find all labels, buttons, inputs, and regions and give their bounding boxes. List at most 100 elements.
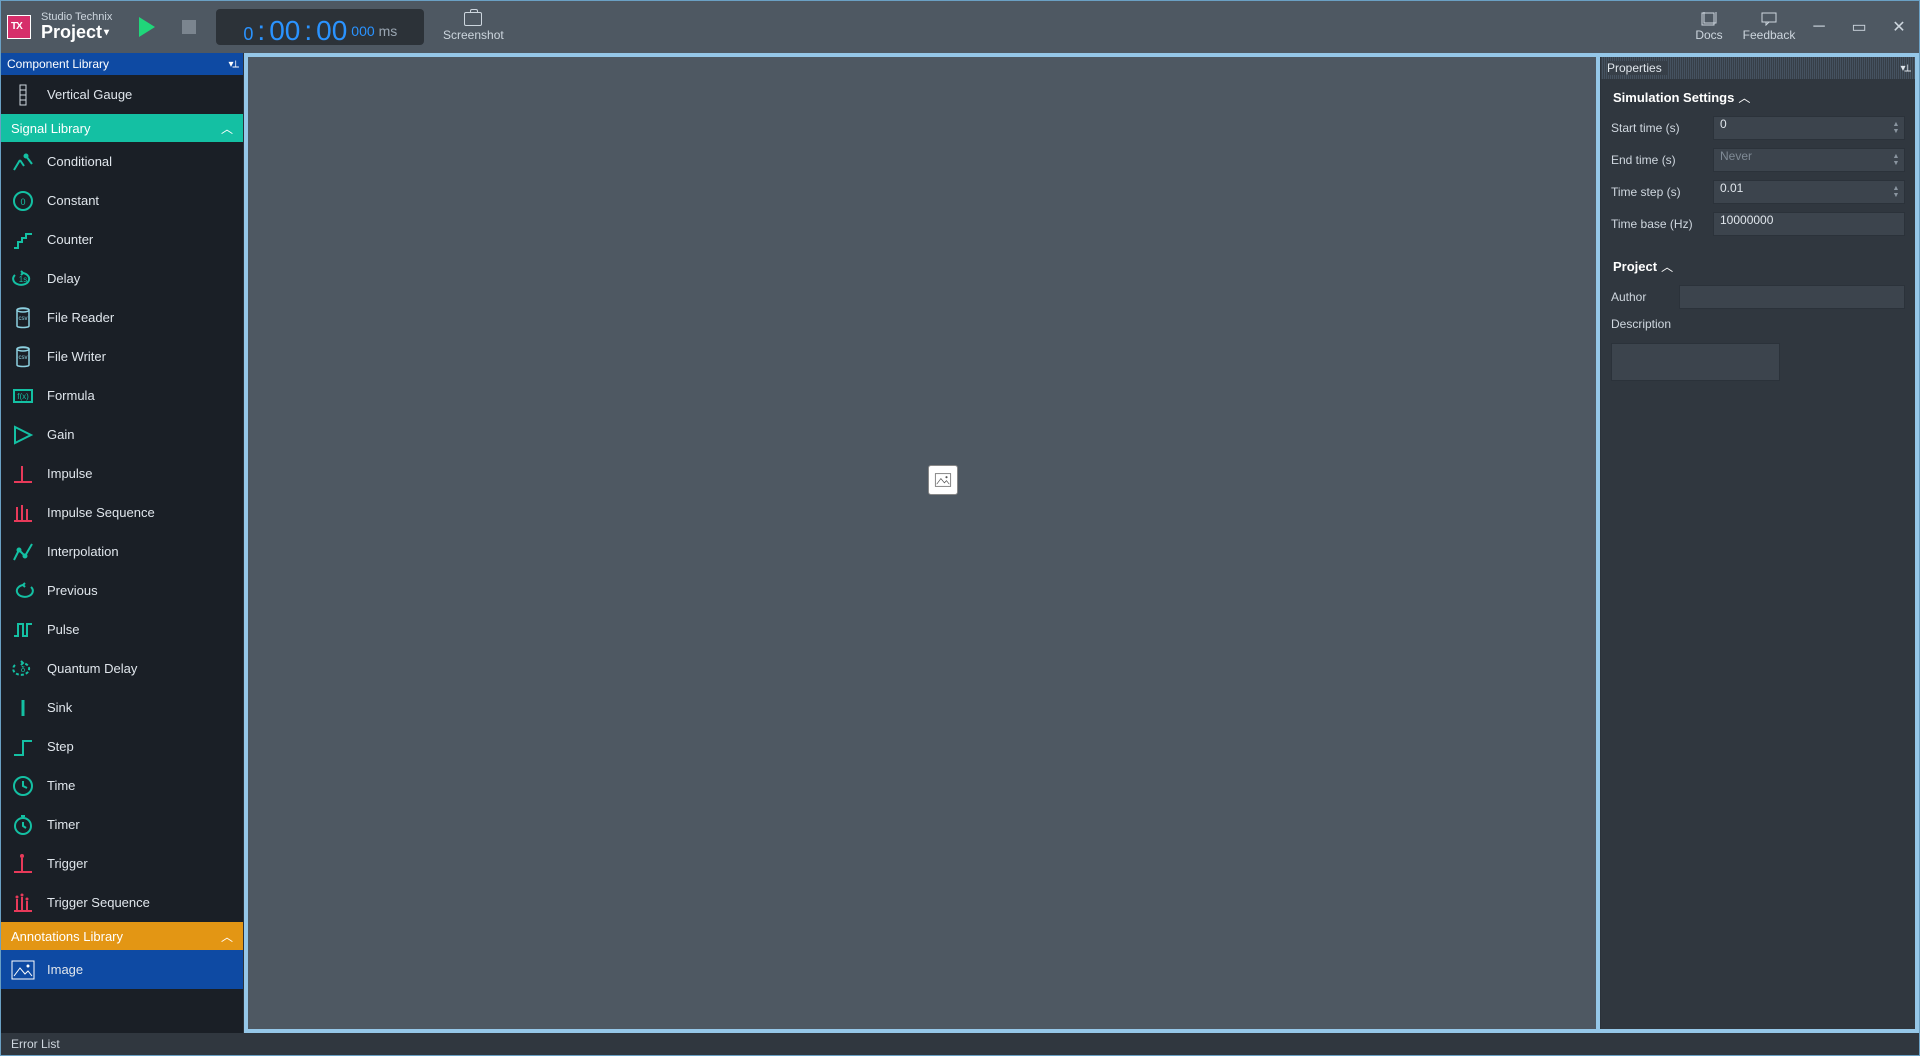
author-label: Author	[1611, 290, 1671, 304]
step-icon	[11, 735, 35, 759]
feedback-label: Feedback	[1743, 28, 1796, 42]
stop-button[interactable]	[168, 1, 210, 53]
lib-item-delay[interactable]: 1sDelay	[1, 259, 243, 298]
lib-item-vertical-gauge[interactable]: Vertical Gauge	[1, 75, 243, 114]
maximize-button[interactable]: ▭	[1847, 15, 1871, 39]
screenshot-label: Screenshot	[443, 28, 504, 42]
lib-item-label: Trigger Sequence	[47, 895, 150, 910]
lib-item-image[interactable]: Image	[1, 950, 243, 989]
simulation-settings-header[interactable]: Simulation Settings︿	[1601, 79, 1915, 112]
close-button[interactable]: ✕	[1887, 15, 1911, 39]
time-base-input[interactable]: 10000000	[1713, 212, 1905, 236]
time-step-label: Time step (s)	[1611, 185, 1705, 199]
lib-item-impulse[interactable]: Impulse	[1, 454, 243, 493]
start-time-input[interactable]: 0▲▼	[1713, 116, 1905, 140]
lib-item-time[interactable]: Time	[1, 766, 243, 805]
docs-link[interactable]: Docs	[1679, 1, 1739, 53]
lib-item-quantum-delay[interactable]: δQuantum Delay	[1, 649, 243, 688]
start-time-label: Start time (s)	[1611, 121, 1705, 135]
lib-item-label: Impulse Sequence	[47, 505, 155, 520]
properties-header[interactable]: Properties ▾ ⟂	[1601, 57, 1915, 79]
previous-icon	[11, 579, 35, 603]
library-scroll[interactable]: Vertical Gauge Signal Library ︿ Conditio…	[1, 75, 243, 1033]
lib-item-trigger[interactable]: Trigger	[1, 844, 243, 883]
time-base-label: Time base (Hz)	[1611, 217, 1705, 231]
lib-item-step[interactable]: Step	[1, 727, 243, 766]
trigger-sequence-icon	[11, 891, 35, 915]
lib-item-trigger-sequence[interactable]: Trigger Sequence	[1, 883, 243, 922]
sidebar: Component Library ▾ ⟂ Vertical Gauge Sig…	[1, 53, 244, 1033]
lib-item-file-reader[interactable]: csvFile Reader	[1, 298, 243, 337]
pulse-icon	[11, 618, 35, 642]
project-section-header[interactable]: Project︿	[1601, 248, 1915, 281]
main-area: Component Library ▾ ⟂ Vertical Gauge Sig…	[1, 53, 1919, 1033]
end-time-placeholder: Never	[1720, 149, 1752, 163]
lib-item-label: Delay	[47, 271, 80, 286]
annotations-library-title: Annotations Library	[11, 929, 123, 944]
project-dropdown[interactable]: Studio Technix Project▾	[37, 1, 126, 53]
window-controls: ─ ▭ ✕	[1799, 1, 1919, 53]
timer-icon	[11, 813, 35, 837]
author-input[interactable]	[1679, 285, 1905, 309]
lib-item-label: Time	[47, 778, 75, 793]
description-input[interactable]	[1611, 343, 1780, 381]
file-writer-icon: csv	[11, 345, 35, 369]
time-hours: 0	[243, 24, 253, 45]
lib-item-label: Previous	[47, 583, 98, 598]
file-reader-icon: csv	[11, 306, 35, 330]
spinner-icon[interactable]: ▲▼	[1890, 118, 1902, 138]
canvas-image-node[interactable]	[928, 465, 958, 495]
lib-item-conditional[interactable]: Conditional	[1, 142, 243, 181]
lib-item-timer[interactable]: Timer	[1, 805, 243, 844]
lib-item-formula[interactable]: f(x) Formula	[1, 376, 243, 415]
constant-icon: 0	[11, 189, 35, 213]
lib-item-label: Formula	[47, 388, 95, 403]
panel-pin-icon[interactable]: ▾ ⟂	[229, 59, 237, 70]
conditional-icon	[11, 150, 35, 174]
stop-icon	[182, 20, 196, 34]
time-seconds: 00	[316, 15, 347, 47]
lib-item-impulse-sequence[interactable]: Impulse Sequence	[1, 493, 243, 532]
svg-text:csv: csv	[19, 316, 28, 322]
docs-icon	[1700, 12, 1718, 26]
svg-text:0: 0	[20, 197, 25, 207]
end-time-input[interactable]: Never ▲▼	[1713, 148, 1905, 172]
lib-item-sink[interactable]: Sink	[1, 688, 243, 727]
lib-item-file-writer[interactable]: csv File Writer	[1, 337, 243, 376]
lib-item-pulse[interactable]: Pulse	[1, 610, 243, 649]
simulation-settings-title: Simulation Settings	[1613, 90, 1734, 105]
svg-text:δ: δ	[21, 665, 26, 674]
time-display: 0 : 00 : 00 000 ms	[216, 9, 424, 45]
lib-item-counter[interactable]: Counter	[1, 220, 243, 259]
canvas[interactable]	[248, 57, 1596, 1029]
gain-icon	[11, 423, 35, 447]
play-button[interactable]	[126, 1, 168, 53]
camera-icon	[464, 12, 482, 26]
annotations-library-header[interactable]: Annotations Library ︿	[1, 922, 243, 950]
signal-library-header[interactable]: Signal Library ︿	[1, 114, 243, 142]
image-icon	[11, 958, 35, 982]
panel-pin-icon[interactable]: ▾ ⟂	[1901, 63, 1909, 74]
lib-item-previous[interactable]: Previous	[1, 571, 243, 610]
time-unit: ms	[379, 23, 398, 39]
end-time-label: End time (s)	[1611, 153, 1705, 167]
lib-item-label: File Writer	[47, 349, 106, 364]
svg-text:f(x): f(x)	[17, 392, 29, 401]
component-library-header[interactable]: Component Library ▾ ⟂	[1, 53, 243, 75]
lib-item-label: Counter	[47, 232, 93, 247]
time-step-input[interactable]: 0.01▲▼	[1713, 180, 1905, 204]
lib-item-constant[interactable]: 0Constant	[1, 181, 243, 220]
spinner-icon[interactable]: ▲▼	[1890, 182, 1902, 202]
screenshot-button[interactable]: Screenshot	[430, 1, 516, 53]
lib-item-gain[interactable]: Gain	[1, 415, 243, 454]
error-list-tab[interactable]: Error List	[11, 1037, 60, 1051]
description-label: Description	[1611, 317, 1705, 331]
feedback-link[interactable]: Feedback	[1739, 1, 1799, 53]
lib-item-interpolation[interactable]: Interpolation	[1, 532, 243, 571]
play-icon	[139, 17, 155, 37]
minimize-button[interactable]: ─	[1807, 15, 1831, 39]
counter-icon	[11, 228, 35, 252]
properties-title: Properties	[1607, 61, 1668, 75]
spinner-icon[interactable]: ▲▼	[1890, 150, 1902, 170]
docs-label: Docs	[1695, 28, 1722, 42]
